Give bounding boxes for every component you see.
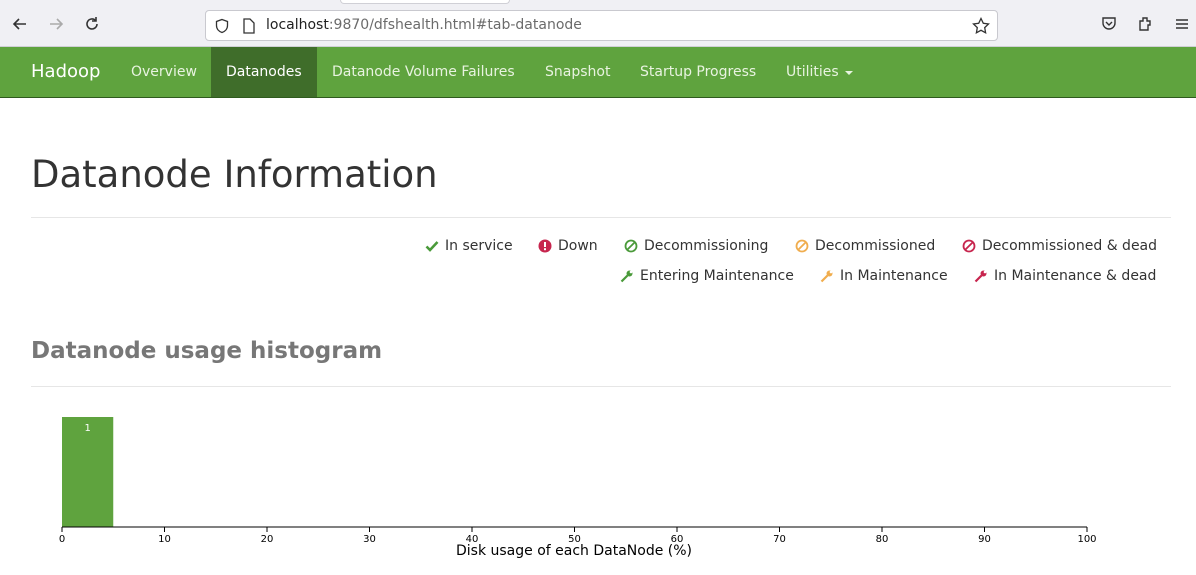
x-tick-label: 20: [261, 534, 274, 545]
x-tick-label: 80: [876, 534, 889, 545]
legend-in-maintenance-dead: In Maintenance & dead: [974, 268, 1156, 284]
ban-icon: [624, 239, 638, 253]
ban-icon: [962, 239, 976, 253]
x-tick-label: 90: [978, 534, 991, 545]
legend-label: In Maintenance & dead: [994, 268, 1157, 284]
usage-histogram: 10 10 20 30 40 50 60 70 80 90 100Disk usage of eac…: [59, 417, 1097, 559]
x-tick-label: 10: [158, 534, 171, 545]
legend-label: Entering Maintenance: [640, 268, 794, 284]
legend-in-service: In service: [425, 238, 513, 254]
bar-count-label: 1: [84, 423, 90, 434]
divider: [31, 386, 1171, 387]
forward-icon[interactable]: [44, 12, 68, 36]
nav-datanode-volume-failures[interactable]: Datanode Volume Failures: [317, 47, 530, 97]
legend-down: Down: [538, 238, 598, 254]
x-axis-label: Disk usage of each DataNode (%): [456, 543, 692, 559]
url-bar[interactable]: localhost:9870/dfshealth.html#tab-datano…: [205, 10, 998, 41]
legend-entering-maintenance: Entering Maintenance: [620, 268, 794, 284]
legend-decommissioned: Decommissioned: [795, 238, 935, 254]
x-tick-label: 0: [59, 534, 65, 545]
nav-snapshot[interactable]: Snapshot: [530, 47, 625, 97]
url-path: :9870/dfshealth.html#tab-datanode: [328, 17, 582, 33]
nav-utilities-dropdown[interactable]: Utilities: [771, 47, 868, 97]
star-icon[interactable]: [972, 17, 990, 35]
divider: [31, 217, 1171, 218]
legend-label: In Maintenance: [840, 268, 948, 284]
url-text[interactable]: localhost:9870/dfshealth.html#tab-datano…: [266, 17, 582, 33]
wrench-icon: [620, 270, 633, 283]
brand-logo[interactable]: Hadoop: [31, 61, 100, 82]
nav-utilities-label: Utilities: [786, 64, 839, 80]
caret-down-icon: [844, 71, 853, 75]
pocket-icon[interactable]: [1097, 12, 1121, 36]
check-icon: [425, 241, 439, 252]
back-icon[interactable]: [8, 12, 32, 36]
menu-icon[interactable]: [1170, 12, 1194, 36]
histogram-title: Datanode usage histogram: [31, 338, 383, 364]
legend-decommissioning: Decommissioning: [624, 238, 768, 254]
legend-label: Down: [558, 238, 598, 254]
legend-label: In service: [445, 238, 513, 254]
url-host: localhost: [266, 17, 329, 33]
legend-label: Decommissioning: [644, 238, 769, 254]
shield-icon[interactable]: [213, 17, 231, 35]
legend-label: Decommissioned & dead: [982, 238, 1158, 254]
x-tick-label: 30: [363, 534, 376, 545]
browser-tab[interactable]: [340, 0, 510, 4]
nav-overview[interactable]: Overview: [116, 47, 212, 97]
extensions-icon[interactable]: [1134, 12, 1158, 36]
legend-decommissioned-dead: Decommissioned & dead: [962, 238, 1157, 254]
browser-toolbar: localhost:9870/dfshealth.html#tab-datano…: [0, 0, 1196, 47]
reload-icon[interactable]: [80, 12, 104, 36]
x-tick-label: 100: [1077, 534, 1096, 545]
legend-in-maintenance: In Maintenance: [820, 268, 948, 284]
nav-datanodes[interactable]: Datanodes: [211, 47, 317, 97]
ban-icon: [795, 239, 809, 253]
page-icon[interactable]: [240, 17, 258, 35]
x-tick-label: 70: [773, 534, 786, 545]
wrench-icon: [820, 270, 833, 283]
page-title: Datanode Information: [31, 153, 438, 196]
legend-label: Decommissioned: [815, 238, 936, 254]
exclamation-circle-icon: [538, 239, 552, 253]
wrench-icon: [974, 270, 987, 283]
navbar: Hadoop Overview Datanodes Datanode Volum…: [0, 47, 1196, 98]
nav-startup-progress[interactable]: Startup Progress: [625, 47, 771, 97]
